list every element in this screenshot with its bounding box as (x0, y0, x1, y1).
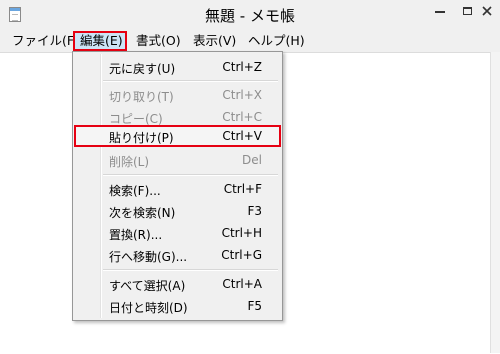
menu-item-undo[interactable]: 元に戻す(U) Ctrl+Z (75, 56, 280, 78)
menu-item-label: すべて選択(A) (109, 279, 186, 293)
minimize-icon (435, 11, 445, 13)
menu-item-shortcut: Ctrl+Z (222, 60, 262, 74)
menu-item-find-next[interactable]: 次を検索(N) F3 (75, 200, 280, 222)
maximize-icon (462, 7, 472, 15)
menu-item-shortcut: Del (242, 153, 262, 167)
menu-item-shortcut: Ctrl+X (222, 88, 262, 102)
menu-edit[interactable]: 編集(E) (73, 31, 127, 51)
menu-separator (103, 174, 278, 176)
menu-item-shortcut: Ctrl+A (222, 277, 262, 291)
menu-item-shortcut: Ctrl+G (221, 248, 262, 262)
minimize-button[interactable] (425, 0, 455, 22)
menu-item-label: 貼り付け(P) (109, 131, 174, 145)
menu-item-label: 次を検索(N) (109, 206, 176, 220)
edit-dropdown-menu: 元に戻す(U) Ctrl+Z 切り取り(T) Ctrl+X コピー(C) Ctr… (72, 51, 283, 321)
menu-item-shortcut: Ctrl+F (223, 182, 262, 196)
menu-separator (103, 80, 278, 82)
menu-item-find[interactable]: 検索(F)... Ctrl+F (75, 178, 280, 200)
menu-item-paste[interactable]: 貼り付け(P) Ctrl+V (74, 125, 281, 147)
menu-item-select-all[interactable]: すべて選択(A) Ctrl+A (75, 273, 280, 295)
menu-item-cut[interactable]: 切り取り(T) Ctrl+X (75, 84, 280, 106)
menu-bar: ファイル(F) 編集(E) 書式(O) 表示(V) ヘルプ(H) (0, 30, 500, 52)
menu-view[interactable]: 表示(V) (188, 31, 241, 51)
menu-item-label: 検索(F)... (109, 184, 161, 198)
menu-item-shortcut: F3 (247, 204, 262, 218)
title-bar: 無題 - メモ帳 (0, 0, 500, 30)
menu-item-shortcut: Ctrl+V (222, 129, 262, 143)
menu-item-label: 行へ移動(G)... (109, 250, 188, 264)
menu-item-label: 切り取り(T) (109, 90, 174, 104)
close-button[interactable] (472, 0, 500, 22)
menu-item-shortcut: F5 (247, 299, 262, 313)
menu-separator (103, 269, 278, 271)
menu-help[interactable]: ヘルプ(H) (243, 31, 310, 51)
menu-item-replace[interactable]: 置換(R)... Ctrl+H (75, 222, 280, 244)
close-icon (482, 6, 492, 16)
menu-item-label: 置換(R)... (109, 228, 163, 242)
menu-item-delete[interactable]: 削除(L) Del (75, 149, 280, 171)
menu-item-goto[interactable]: 行へ移動(G)... Ctrl+G (75, 244, 280, 266)
menu-item-label: 元に戻す(U) (109, 62, 176, 76)
menu-item-shortcut: Ctrl+C (222, 110, 262, 124)
vertical-scrollbar[interactable] (490, 52, 500, 353)
menu-item-date-time[interactable]: 日付と時刻(D) F5 (75, 295, 280, 317)
menu-item-label: 日付と時刻(D) (109, 301, 188, 315)
menu-item-shortcut: Ctrl+H (221, 226, 262, 240)
menu-item-label: 削除(L) (109, 155, 150, 169)
menu-format[interactable]: 書式(O) (131, 31, 186, 51)
